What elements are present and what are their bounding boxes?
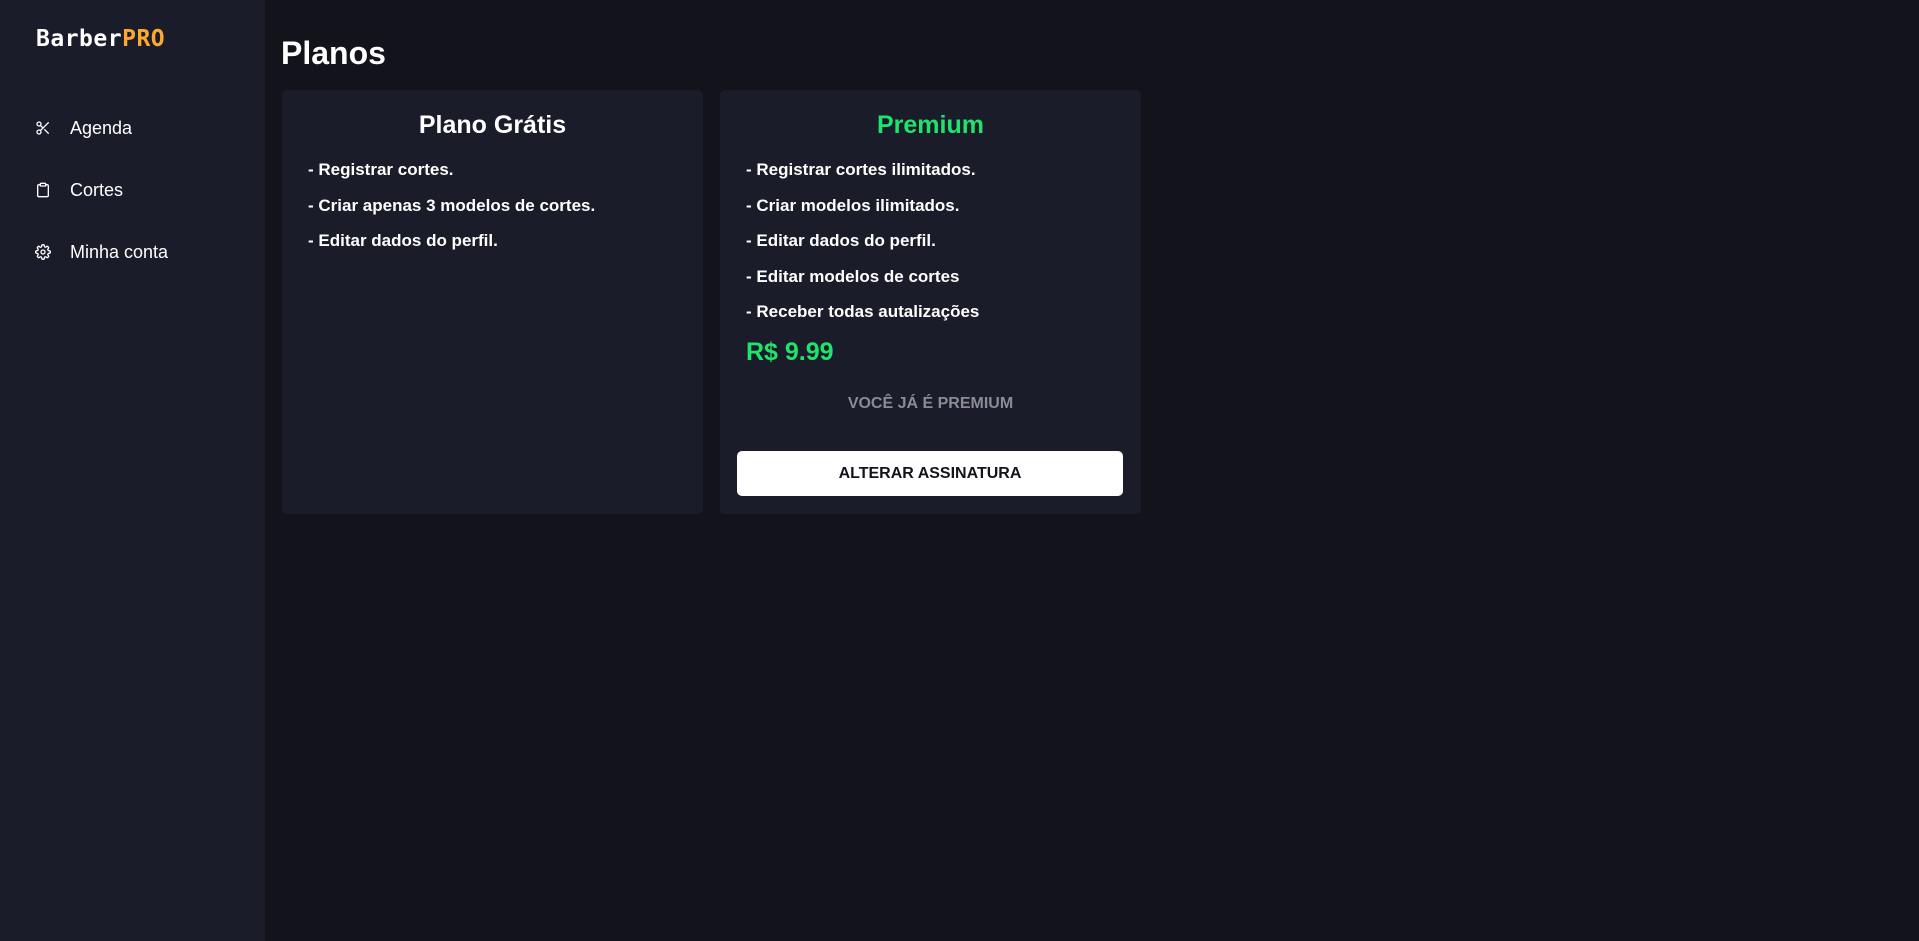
feature-list: - Registrar cortes ilimitados. - Criar m… [720, 160, 1141, 322]
feature-item: - Editar dados do perfil. [746, 231, 936, 250]
feature-item: - Editar modelos de cortes [746, 266, 960, 286]
plan-title: Plano Grátis [418, 111, 567, 139]
sidebar-item-label: Minha conta [70, 241, 169, 262]
change-subscription-button[interactable]: ALTERAR ASSINATURA [737, 451, 1123, 496]
feature-item: - Criar apenas 3 modelos de cortes. [308, 195, 596, 215]
logo-text-part2: PRO [122, 26, 166, 52]
feature-item: - Criar modelos ilimitados. [746, 195, 960, 215]
premium-status-text: VOCÊ JÁ É PREMIUM [847, 394, 1014, 412]
scissors-icon [34, 119, 52, 137]
sidebar-nav: Agenda Cortes Minha conta [0, 97, 265, 283]
plan-price: R$ 9.99 [746, 337, 834, 366]
clipboard-icon [34, 181, 52, 199]
logo-text-part1: Barber [36, 26, 123, 52]
sidebar-item-agenda[interactable]: Agenda [0, 97, 265, 159]
sidebar-item-label: Cortes [70, 179, 124, 200]
sidebar: BarberPRO Agenda Cortes Minha conta [0, 0, 265, 941]
sidebar-item-label: Agenda [70, 117, 133, 138]
app-logo[interactable]: BarberPRO [36, 26, 165, 52]
feature-item: - Receber todas autalizações [746, 302, 980, 321]
gear-icon [34, 243, 52, 261]
app-root: BarberPRO Agenda Cortes Minha conta Plan… [0, 0, 1919, 941]
plan-title: Premium [877, 111, 984, 139]
feature-list: - Registrar cortes. - Criar apenas 3 mod… [282, 160, 703, 251]
plan-card-free: Plano Grátis - Registrar cortes. - Criar… [282, 90, 703, 514]
sidebar-item-minha-conta[interactable]: Minha conta [0, 221, 265, 283]
feature-item: - Registrar cortes. [308, 160, 454, 179]
feature-item: - Editar dados do perfil. [308, 231, 498, 250]
page-title: Planos [281, 35, 386, 71]
main-content: Planos Plano Grátis - Registrar cortes. … [265, 0, 1919, 941]
sidebar-item-cortes[interactable]: Cortes [0, 159, 265, 221]
feature-item: - Registrar cortes ilimitados. [746, 160, 976, 179]
plan-card-premium: Premium - Registrar cortes ilimitados. -… [720, 90, 1141, 514]
